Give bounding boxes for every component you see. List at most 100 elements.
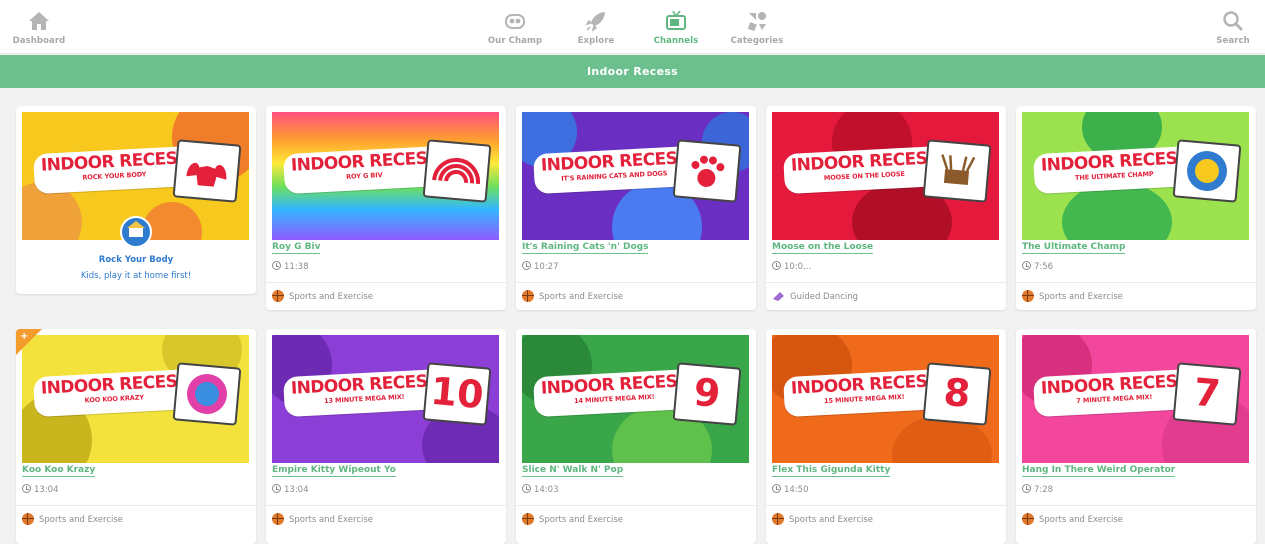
category-label: Sports and Exercise bbox=[289, 515, 374, 525]
champ-badge-icon bbox=[1187, 151, 1227, 191]
video-card[interactable]: INDOOR RECESS 7 MINUTE MEGA MIX! 7 Hang I… bbox=[1016, 329, 1256, 544]
featured-title[interactable]: Rock Your Body bbox=[16, 255, 256, 265]
basketball-icon bbox=[522, 290, 534, 302]
video-card[interactable]: INDOOR RECESS MOOSE ON THE LOOSE Moose on… bbox=[766, 106, 1006, 310]
duration-text: 7:56 bbox=[1034, 262, 1054, 272]
video-duration: 13:04 bbox=[272, 484, 309, 495]
home-badge-icon bbox=[120, 216, 152, 248]
clock-icon bbox=[272, 484, 281, 493]
category-label: Sports and Exercise bbox=[539, 515, 624, 525]
video-thumbnail[interactable]: INDOOR RECESS 13 MINUTE MEGA MIX! 10 bbox=[272, 335, 499, 463]
category-label: Sports and Exercise bbox=[1039, 292, 1124, 302]
featured-video-card[interactable]: INDOOR RECESS ROCK YOUR BODY Rock Your Bo… bbox=[16, 106, 256, 294]
video-card[interactable]: INDOOR RECESS THE ULTIMATE CHAMP The Ulti… bbox=[1016, 106, 1256, 310]
paw-icon bbox=[691, 155, 725, 187]
video-title-link[interactable]: Empire Kitty Wipeout Yo bbox=[272, 465, 396, 477]
duration-text: 13:04 bbox=[34, 485, 59, 495]
video-thumbnail[interactable]: INDOOR RECESS 7 MINUTE MEGA MIX! 7 bbox=[1022, 335, 1249, 463]
video-thumbnail[interactable]: INDOOR RECESS ROY G BIV bbox=[272, 112, 499, 240]
duration-text: 14:50 bbox=[784, 485, 809, 495]
nav-channels-label: Channels bbox=[653, 36, 699, 46]
divider bbox=[766, 282, 1006, 283]
mix-number: 10 bbox=[428, 368, 486, 418]
rocket-icon bbox=[585, 12, 605, 32]
video-title-link[interactable]: Koo Koo Krazy bbox=[22, 465, 96, 477]
video-category[interactable]: Sports and Exercise bbox=[272, 290, 373, 302]
video-category[interactable]: Sports and Exercise bbox=[522, 290, 623, 302]
nav-explore-label: Explore bbox=[577, 36, 615, 46]
kangaroo-badge-icon bbox=[187, 374, 227, 414]
nav-our-champ[interactable]: Our Champ bbox=[480, 8, 550, 46]
video-thumbnail[interactable]: INDOOR RECESS 15 MINUTE MEGA MIX! 8 bbox=[772, 335, 999, 463]
video-title-link[interactable]: Flex This Gigunda Kitty bbox=[772, 465, 891, 477]
video-category[interactable]: Sports and Exercise bbox=[772, 513, 873, 525]
video-category[interactable]: Sports and Exercise bbox=[1022, 513, 1123, 525]
video-title-link[interactable]: It's Raining Cats 'n' Dogs bbox=[522, 242, 649, 254]
plus-icon: + bbox=[20, 331, 29, 342]
video-category[interactable]: Sports and Exercise bbox=[22, 513, 123, 525]
clock-icon bbox=[1022, 484, 1031, 493]
duration-text: 10:0... bbox=[784, 262, 812, 272]
video-duration: 14:03 bbox=[522, 484, 559, 495]
category-label: Sports and Exercise bbox=[1039, 515, 1124, 525]
video-category[interactable]: Sports and Exercise bbox=[522, 513, 623, 525]
divider bbox=[16, 505, 256, 506]
clock-icon bbox=[772, 261, 781, 270]
basketball-icon bbox=[1022, 513, 1034, 525]
basketball-icon bbox=[772, 513, 784, 525]
thumb-sign: 7 bbox=[1172, 362, 1242, 426]
clock-icon bbox=[1022, 261, 1031, 270]
divider bbox=[266, 505, 506, 506]
category-label: Guided Dancing bbox=[790, 292, 859, 302]
nav-channels[interactable]: Channels bbox=[641, 8, 711, 46]
flex-arms-icon bbox=[186, 162, 227, 187]
mix-number: 7 bbox=[1191, 369, 1223, 417]
video-category[interactable]: Guided Dancing bbox=[772, 290, 858, 302]
video-thumbnail[interactable]: INDOOR RECESS 14 MINUTE MEGA MIX! 9 bbox=[522, 335, 749, 463]
thumb-sign: 9 bbox=[672, 362, 742, 426]
clock-icon bbox=[272, 261, 281, 270]
video-card[interactable]: INDOOR RECESS 14 MINUTE MEGA MIX! 9 Slice… bbox=[516, 329, 756, 544]
nav-dashboard-label: Dashboard bbox=[12, 36, 66, 46]
basketball-icon bbox=[1022, 290, 1034, 302]
nav-search-label: Search bbox=[1216, 36, 1250, 46]
nav-search[interactable]: Search bbox=[1198, 8, 1265, 46]
video-thumbnail[interactable]: INDOOR RECESS MOOSE ON THE LOOSE bbox=[772, 112, 999, 240]
video-duration: 14:50 bbox=[772, 484, 809, 495]
moose-icon bbox=[941, 154, 976, 185]
video-card[interactable]: INDOOR RECESS 13 MINUTE MEGA MIX! 10 Empi… bbox=[266, 329, 506, 544]
basketball-icon bbox=[272, 290, 284, 302]
nav-categories[interactable]: Categories bbox=[722, 8, 792, 46]
video-card[interactable]: INDOOR RECESS IT'S RAINING CATS AND DOGS … bbox=[516, 106, 756, 310]
video-title-link[interactable]: Hang In There Weird Operator bbox=[1022, 465, 1176, 477]
video-thumbnail[interactable]: INDOOR RECESS THE ULTIMATE CHAMP bbox=[1022, 112, 1249, 240]
video-title-link[interactable]: Moose on the Loose bbox=[772, 242, 874, 254]
video-thumbnail[interactable]: INDOOR RECESS IT'S RAINING CATS AND DOGS bbox=[522, 112, 749, 240]
nav-explore[interactable]: Explore bbox=[561, 8, 631, 46]
thumb-sign bbox=[172, 139, 242, 203]
video-card[interactable]: INDOOR RECESS 15 MINUTE MEGA MIX! 8 Flex … bbox=[766, 329, 1006, 544]
video-title-link[interactable]: Roy G Biv bbox=[272, 242, 321, 254]
video-card[interactable]: + INDOOR RECESS KOO KOO KRAZY Koo Koo Kra… bbox=[16, 329, 256, 544]
basketball-icon bbox=[22, 513, 34, 525]
video-title-link[interactable]: The Ultimate Champ bbox=[1022, 242, 1126, 254]
category-label: Sports and Exercise bbox=[39, 515, 124, 525]
video-thumbnail[interactable]: INDOOR RECESS KOO KOO KRAZY bbox=[22, 335, 249, 463]
clock-icon bbox=[772, 484, 781, 493]
search-icon bbox=[1223, 11, 1244, 32]
video-category[interactable]: Sports and Exercise bbox=[1022, 290, 1123, 302]
video-title-link[interactable]: Slice N' Walk N' Pop bbox=[522, 465, 624, 477]
duration-text: 13:04 bbox=[284, 485, 309, 495]
channel-banner: Indoor Recess bbox=[0, 55, 1265, 88]
divider bbox=[516, 505, 756, 506]
thumb-sign bbox=[672, 139, 742, 203]
nav-our-champ-label: Our Champ bbox=[487, 36, 543, 46]
clock-icon bbox=[522, 484, 531, 493]
rainbow-icon bbox=[432, 158, 480, 185]
divider bbox=[766, 505, 1006, 506]
video-category[interactable]: Sports and Exercise bbox=[272, 513, 373, 525]
category-label: Sports and Exercise bbox=[539, 292, 624, 302]
divider bbox=[1016, 282, 1256, 283]
video-card[interactable]: INDOOR RECESS ROY G BIV Roy G Biv 11:38 S… bbox=[266, 106, 506, 310]
nav-dashboard[interactable]: Dashboard bbox=[4, 8, 74, 46]
